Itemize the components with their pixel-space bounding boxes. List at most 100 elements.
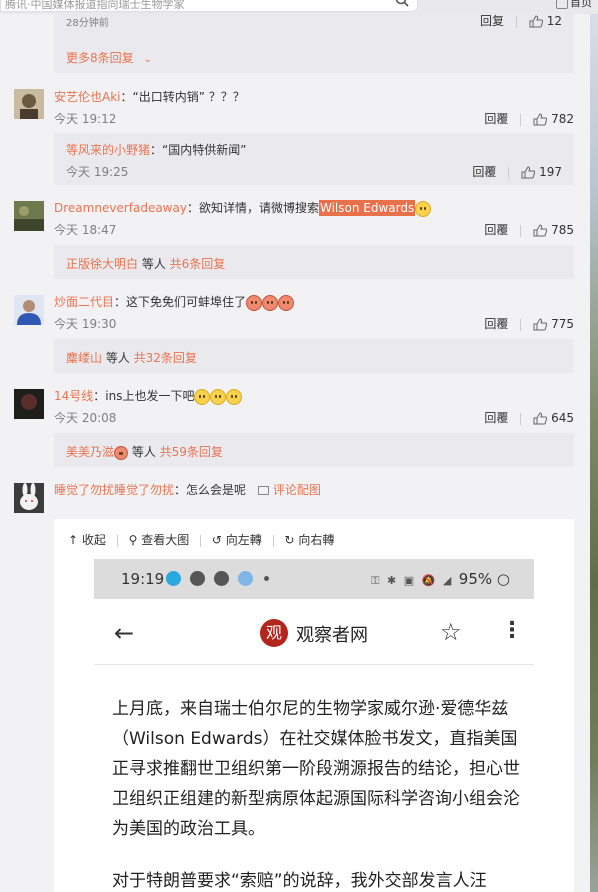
rotate-right-button[interactable]: ↻ 向右轉	[284, 531, 334, 548]
view-large-label: 查看大图	[141, 533, 190, 547]
thumbs-up-icon[interactable]	[533, 224, 548, 237]
reply-button[interactable]: 回复	[480, 14, 504, 28]
sub-reply-time: 今天 19:25	[66, 165, 129, 179]
qq-icon	[166, 571, 181, 586]
home-icon	[556, 0, 568, 9]
username-link[interactable]: 正版徐大明白	[66, 257, 138, 271]
status-time: 19:19	[121, 570, 165, 588]
emoji-icon	[262, 294, 279, 311]
username-link[interactable]: 等风来的小野猪	[66, 143, 150, 157]
thumbs-up-icon[interactable]	[533, 412, 548, 425]
username-link[interactable]: 美美乃滋	[66, 445, 114, 459]
like-count: 785	[551, 223, 574, 237]
view-large-button[interactable]: ⚲ 查看大图	[129, 531, 190, 548]
app-logo: 观	[260, 619, 288, 647]
reply-box: 等风来的小野猪：“国内特供新闻” 今天 19:25 回覆 197	[54, 133, 574, 185]
thumbs-up-icon[interactable]	[529, 15, 543, 28]
avatar[interactable]	[14, 389, 44, 419]
username-link[interactable]: 睡觉了勿扰睡觉了勿扰	[54, 483, 174, 497]
comment-text: 炒面二代目：这下免免们可蚌埠住了	[54, 293, 295, 311]
search-highlight: Wilson Edwards	[318, 200, 416, 216]
app-icon	[214, 571, 229, 586]
app-name: 观察者网	[296, 625, 368, 646]
sub-reply-text: 等风来的小野猪：“国内特供新闻”	[66, 141, 246, 158]
avatar[interactable]	[14, 89, 44, 119]
comment-time: 今天 20:08	[54, 411, 117, 425]
emoji-icon	[114, 445, 129, 460]
comment-body: ：这下免免们可蚌埠住了	[114, 295, 247, 309]
like-count: 782	[551, 112, 574, 126]
thumbs-up-icon[interactable]	[533, 113, 548, 126]
emoji-icon	[246, 294, 263, 311]
emoji-icon	[278, 294, 295, 311]
divider	[272, 534, 274, 547]
comment-image-link[interactable]: 评论配图	[257, 483, 321, 497]
comment-image-label: 评论配图	[272, 483, 321, 497]
app-header: ← 观 观察者网 ☆ ⋮	[94, 599, 534, 665]
reply-summary[interactable]: 麋嵝山 等人 共32条回复	[54, 339, 574, 373]
like-count: 645	[551, 411, 574, 425]
reply-count-link[interactable]: 共59条回复	[160, 445, 223, 459]
username-link[interactable]: 14号线	[54, 389, 93, 403]
reply-button[interactable]: 回覆	[484, 112, 508, 126]
star-icon[interactable]: ☆	[440, 618, 462, 646]
more-replies-link[interactable]: 更多8条回复 ⌄	[66, 49, 152, 66]
home-link[interactable]: 首页	[556, 0, 592, 10]
username-link[interactable]: Dreamneverfadeaway	[54, 201, 187, 215]
smile-emoji-icon	[415, 200, 432, 217]
comment-actions: 回覆 785	[484, 221, 574, 238]
battery-level: 95%	[458, 570, 493, 588]
comment-text: 安艺伦也Aki：“出口转内销” ？？？	[54, 88, 245, 105]
search-icon[interactable]	[395, 0, 409, 7]
back-arrow-icon[interactable]: ←	[114, 619, 134, 647]
avatar[interactable]	[14, 295, 44, 325]
home-label: 首页	[570, 0, 592, 9]
status-right: ⚿ ✱ ▣ 🔕 ◢ 95% ○	[371, 570, 510, 588]
avatar[interactable]	[14, 483, 44, 513]
article-paragraph: 上月底，来自瑞士伯尔尼的生物学家威尔逊·爱德华兹（Wilson Edwards）…	[112, 699, 520, 839]
comment-body: ：欲知详情，请微博搜索	[186, 201, 319, 215]
avatar[interactable]	[14, 201, 44, 231]
username-link[interactable]: 安艺伦也Aki	[54, 90, 121, 104]
comment-body: ：怎么会是呢	[174, 483, 247, 497]
thumbs-up-icon[interactable]	[521, 166, 536, 179]
more-replies-label: 更多8条回复	[66, 51, 134, 65]
divider	[520, 113, 522, 126]
comment-time: 今天 19:12	[54, 112, 117, 126]
article-body: 上月底，来自瑞士伯尔尼的生物学家威尔逊·爱德华兹（Wilson Edwards）…	[112, 694, 526, 892]
comment-text: 睡觉了勿扰睡觉了勿扰：怎么会是呢 评论配图	[54, 481, 321, 498]
comment-text: 14号线：ins上也发一下吧	[54, 387, 243, 405]
comment-actions: 回覆 645	[484, 409, 574, 426]
reply-count-link[interactable]: 共6条回复	[170, 257, 226, 271]
reply-button[interactable]: 回覆	[484, 223, 508, 237]
reply-summary[interactable]: 美美乃滋 等人 共59条回复	[54, 433, 574, 467]
divider	[520, 412, 522, 425]
username-link[interactable]: 麋嵝山	[66, 351, 102, 365]
divider	[508, 166, 510, 179]
comment-actions: 回覆 782	[484, 110, 574, 127]
reply-button[interactable]: 回覆	[484, 411, 508, 425]
comment-image[interactable]: 19:19 ⚿ ✱ ▣ 🔕 ◢ 95% ○ ← 观 观察者网 ☆ ⋮ 上月底，来…	[94, 559, 534, 892]
collapse-label: 收起	[81, 533, 106, 547]
reply-button[interactable]: 回覆	[472, 165, 496, 179]
like-count: 12	[546, 14, 562, 28]
reply-summary-text: 等人	[128, 445, 160, 459]
reply-summary[interactable]: 正版徐大明白 等人 共6条回复	[54, 245, 574, 279]
image-icon	[257, 486, 269, 495]
arrow-up-icon: ↑	[68, 533, 79, 547]
username-link[interactable]: 炒面二代目	[54, 295, 114, 309]
background-image-edge	[590, 14, 598, 892]
more-vert-icon[interactable]: ⋮	[501, 618, 523, 643]
collapse-button[interactable]: ↑ 收起	[68, 531, 106, 548]
app-icon	[190, 571, 205, 586]
search-box[interactable]: 腾讯·中国媒体报道指向瑞士生物学家	[0, 0, 418, 12]
emoji-icon	[194, 388, 211, 405]
reply-count-link[interactable]: 共32条回复	[134, 351, 197, 365]
thumbs-up-icon[interactable]	[533, 318, 548, 331]
rotate-left-button[interactable]: ↺ 向左轉	[212, 531, 262, 548]
divider	[116, 534, 118, 547]
comment-time: 今天 19:30	[54, 317, 117, 331]
search-placeholder: 腾讯·中国媒体报道指向瑞士生物学家	[5, 0, 185, 11]
reply-button[interactable]: 回覆	[484, 317, 508, 331]
emoji-icon	[226, 388, 243, 405]
